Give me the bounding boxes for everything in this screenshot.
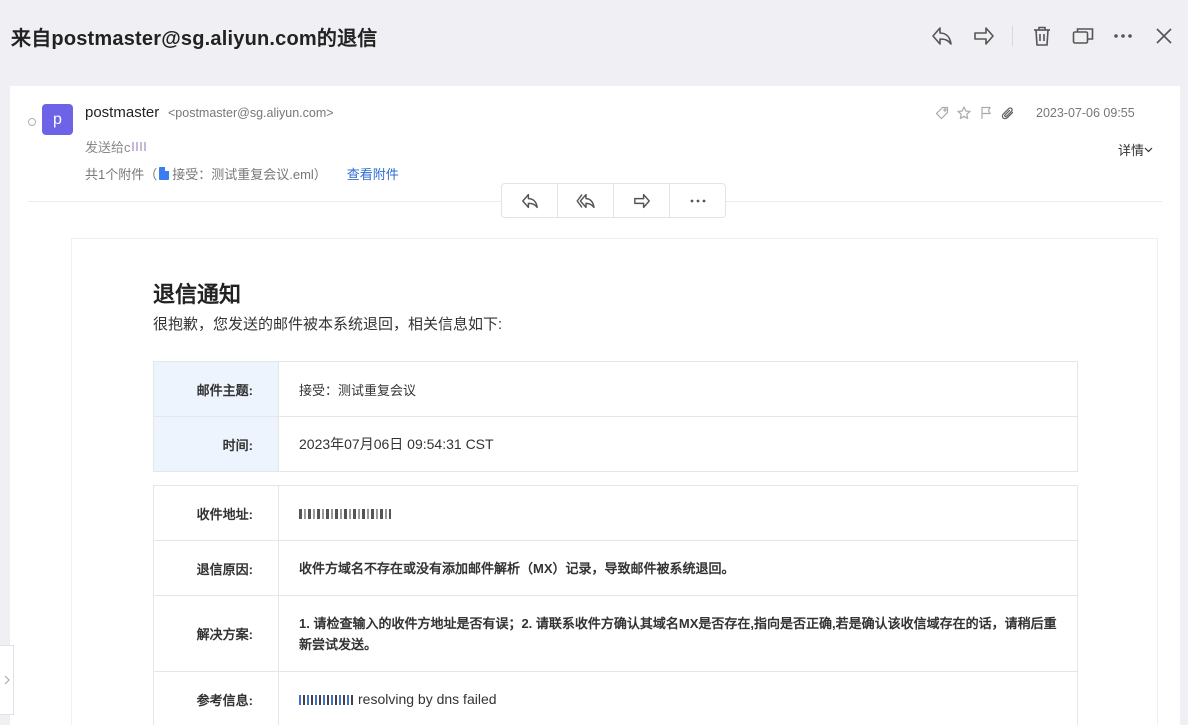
reply-icon — [932, 27, 952, 45]
top-bar: 来自postmaster@sg.aliyun.com的退信 — [0, 0, 1188, 72]
send-to-row: 发送给c — [85, 137, 146, 156]
chevron-down-icon — [1144, 147, 1153, 152]
reply-button[interactable] — [928, 22, 956, 50]
solution-label: 解决方案: — [153, 595, 279, 672]
attachment-row: 共1个附件（ 接受：测试重复会议.eml） 查看附件 — [85, 164, 399, 183]
reference-label: 参考信息: — [153, 671, 279, 725]
read-status-dot[interactable] — [28, 118, 36, 126]
subject-label: 邮件主题: — [153, 361, 279, 417]
quick-reply-all-button[interactable] — [558, 184, 614, 217]
details-toggle[interactable]: 详情 — [1118, 140, 1153, 159]
tag-button[interactable] — [934, 105, 950, 121]
table-row: 退信原因: 收件方域名不存在或没有添加邮件解析（MX）记录，导致邮件被系统退回。 — [153, 540, 1078, 596]
details-label: 详情 — [1118, 143, 1145, 158]
side-expand-tab[interactable] — [0, 645, 14, 715]
solution-value: 1. 请检查输入的收件方地址是否有误；2. 请联系收件方确认其域名MX是否存在,… — [278, 595, 1078, 672]
reason-value: 收件方域名不存在或没有添加邮件解析（MX）记录，导致邮件被系统退回。 — [278, 540, 1078, 596]
new-window-icon — [1072, 28, 1094, 44]
more-icon — [1114, 34, 1132, 38]
table-row: 收件地址: — [153, 485, 1078, 541]
notice-intro: 很抱歉，您发送的邮件被本系统退回，相关信息如下: — [153, 316, 503, 333]
close-icon — [1156, 28, 1172, 44]
tag-icon — [935, 106, 949, 120]
mail-date: 2023-07-06 09:55 — [1036, 106, 1135, 120]
quick-reply-button[interactable] — [502, 184, 558, 217]
send-to-label: 发送给c — [85, 140, 131, 155]
forward-icon — [974, 27, 994, 45]
redacted-recipient — [131, 142, 146, 151]
reply-all-icon — [575, 193, 595, 208]
table-row: 解决方案: 1. 请检查输入的收件方地址是否有误；2. 请联系收件方确认其域名M… — [153, 595, 1078, 672]
attachment-button[interactable] — [1000, 105, 1016, 121]
forward-icon — [633, 193, 650, 208]
table-row: 时间: 2023年07月06日 09:54:31 CST — [153, 416, 1078, 472]
toolbar-separator — [1012, 26, 1013, 46]
forward-button[interactable] — [970, 22, 998, 50]
subject-value: 接受：测试重复会议 — [278, 361, 1078, 417]
attachment-name[interactable]: 接受：测试重复会议.eml） — [172, 164, 327, 183]
recipient-value — [278, 485, 1078, 541]
bounce-info-table-2: 收件地址: 退信原因: 收件方域名不存在或没有添加邮件解析（MX）记录，导致邮件… — [153, 485, 1078, 725]
notice-title: 退信通知 — [153, 282, 242, 307]
mail-subject-title: 来自postmaster@sg.aliyun.com的退信 — [11, 28, 378, 50]
redacted-recipient-address — [299, 509, 391, 520]
table-row: 参考信息: resolving by dns failed — [153, 671, 1078, 725]
close-button[interactable] — [1150, 22, 1178, 50]
flag-icon — [981, 106, 991, 119]
paperclip-icon — [1001, 107, 1014, 120]
quick-forward-button[interactable] — [614, 184, 670, 217]
view-attachments-link[interactable]: 查看附件 — [347, 164, 399, 183]
recipient-label: 收件地址: — [153, 485, 279, 541]
more-icon — [690, 199, 705, 202]
delete-button[interactable] — [1028, 22, 1056, 50]
flag-button[interactable] — [978, 105, 994, 121]
star-button[interactable] — [956, 105, 972, 121]
time-label: 时间: — [153, 416, 279, 472]
table-row: 邮件主题: 接受：测试重复会议 — [153, 361, 1078, 417]
reference-value: resolving by dns failed — [278, 671, 1078, 725]
redacted-domain — [299, 695, 355, 706]
message-meta-icons — [934, 105, 1016, 121]
reference-text: resolving by dns failed — [358, 691, 497, 707]
reason-label: 退信原因: — [153, 540, 279, 596]
bounce-info-table-1: 邮件主题: 接受：测试重复会议 时间: 2023年07月06日 09:54:31… — [153, 361, 1078, 472]
new-window-button[interactable] — [1069, 22, 1097, 50]
reply-icon — [521, 193, 538, 208]
delete-icon — [1034, 26, 1050, 46]
quick-more-button[interactable] — [670, 184, 725, 217]
sender-email[interactable]: <postmaster@sg.aliyun.com> — [168, 106, 334, 120]
more-button[interactable] — [1109, 22, 1137, 50]
star-icon — [957, 106, 971, 120]
sender-name[interactable]: postmaster — [85, 104, 159, 121]
attachment-count: 共1个附件（ — [85, 167, 158, 182]
quick-action-group — [501, 183, 726, 218]
avatar[interactable]: p — [42, 104, 73, 135]
eml-file-icon — [159, 167, 170, 180]
time-value: 2023年07月06日 09:54:31 CST — [278, 416, 1078, 472]
chevron-right-icon — [4, 675, 10, 685]
